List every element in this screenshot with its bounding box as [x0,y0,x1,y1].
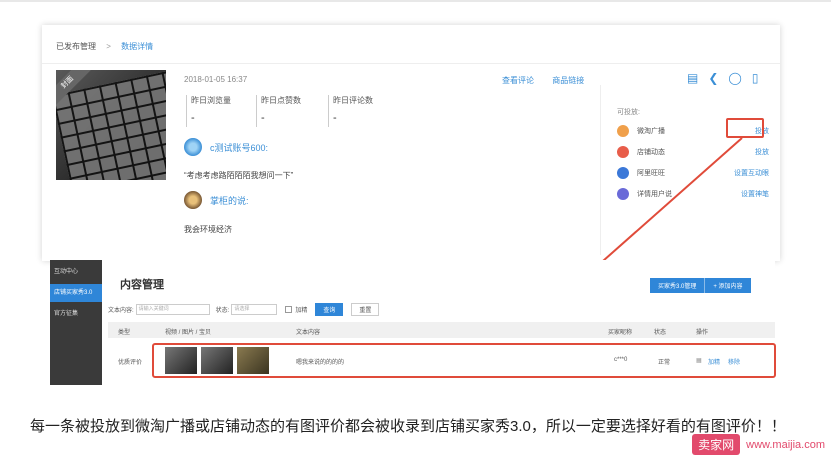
status-select[interactable]: 请选择 [231,304,278,315]
col-status: 状态 [654,330,667,336]
watermark: 卖家网 www.maijia.com [692,434,825,455]
highlight-row [152,343,776,378]
featured-checkbox[interactable] [285,306,293,313]
filter-bar: 文本内容: 请输入关键词 状态: 请选择 加精 查询 重置 [108,303,380,316]
col-media: 视频 / 图片 / 宝贝 [165,330,212,336]
action-buttons: 买家秀3.0管理 + 添加内容 [650,278,751,293]
query-button[interactable]: 查询 [315,303,344,316]
buyer-show-manage-button[interactable]: 买家秀3.0管理 [650,278,705,293]
watermark-logo: 卖家网 [692,434,741,455]
add-content-button[interactable]: + 添加内容 [704,278,751,293]
annotation-arrow [526,137,743,330]
content-label: 文本内容: [108,308,134,314]
reset-button[interactable]: 重置 [351,303,380,316]
sidebar-item-interaction[interactable]: 互动中心 [50,263,102,281]
featured-label: 加精 [295,308,308,314]
col-actions: 操作 [696,330,709,336]
sidebar-item-buyer-show[interactable]: 店铺买家秀3.0 [50,284,102,302]
col-buyer: 买家昵称 [608,330,633,336]
sidebar-item-official[interactable]: 官方征集 [50,305,102,323]
col-text: 文本内容 [296,330,321,336]
sidebar: 互动中心 店铺买家秀3.0 官方征集 [50,260,102,385]
table-header: 类型 视频 / 图片 / 宝贝 文本内容 买家昵称 状态 操作 [108,322,775,338]
section-title: 内容管理 [120,279,164,291]
col-type: 类型 [118,330,131,336]
status-label: 状态: [215,308,230,314]
row-type: 优质评价 [118,360,143,366]
keyword-input[interactable]: 请输入关键词 [135,304,210,315]
watermark-url: www.maijia.com [746,438,825,451]
